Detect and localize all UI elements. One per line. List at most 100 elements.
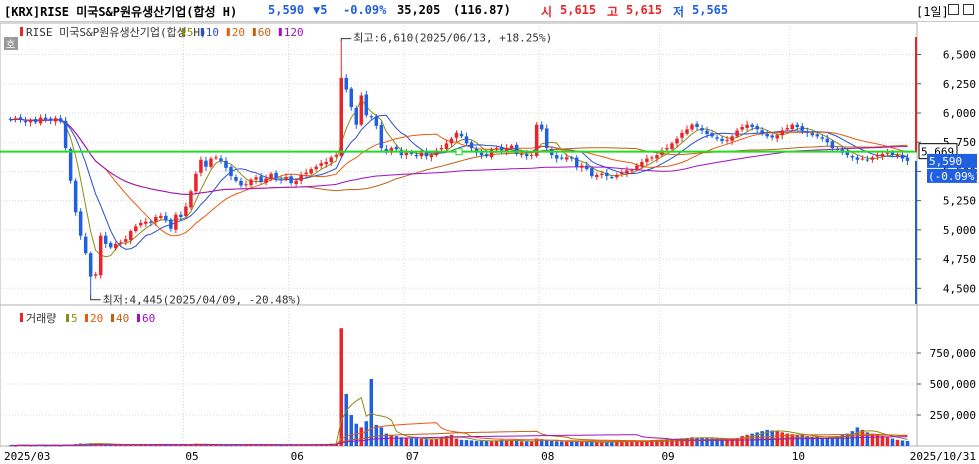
candle-body [650, 157, 654, 159]
volume-bar [890, 438, 895, 446]
price-legend-name: RISE 미국S&P원유생산기업(합성 H) [26, 26, 207, 39]
candle-body [159, 215, 163, 218]
price-legend-swatch [226, 28, 230, 36]
candle-body [129, 231, 133, 241]
price-tick-label: 6,000 [943, 107, 976, 120]
candle-body [900, 155, 905, 159]
candle-body [690, 124, 694, 130]
candle-body [68, 148, 73, 181]
candle-body [860, 158, 865, 160]
volume-bar [825, 438, 830, 446]
last-pct-label: (-0.09%) [928, 170, 979, 183]
candle-body [304, 172, 308, 174]
candle-body [484, 154, 489, 157]
max-annotation: 최고:6,610(2025/06/13, +18.25%) [353, 32, 552, 45]
volume-bar [549, 441, 554, 446]
candle-body [209, 158, 213, 167]
candle-body [404, 152, 409, 156]
candle-body [830, 141, 835, 149]
candle-body [444, 143, 449, 149]
candle-body [605, 172, 609, 177]
volume-bar [394, 436, 399, 446]
candle-body [529, 155, 534, 157]
price-volume-chart: 최고:6,610(2025/06/13, +18.25%) 최저:4,445(20… [0, 22, 979, 464]
candle-body [38, 117, 43, 124]
candle-body [449, 138, 454, 144]
chart-background [0, 23, 979, 464]
candle-body [705, 130, 709, 135]
volume-bar [895, 439, 900, 446]
price-legend-swatch [252, 28, 256, 36]
price-legend-item: 20 [232, 26, 245, 39]
volume-bar [795, 434, 800, 446]
candle-body [685, 129, 689, 134]
volume-bar [454, 438, 459, 446]
candle-body [394, 147, 399, 150]
candle-body [745, 124, 749, 128]
candle-body [755, 126, 759, 130]
candle-body [770, 135, 774, 138]
volume-bar [519, 441, 524, 446]
candle-body [544, 128, 549, 149]
volume-bar [700, 437, 704, 446]
candle-body [329, 157, 333, 163]
time-tick-label: 2025/10/31 [910, 450, 976, 463]
candle-body [880, 153, 885, 156]
price-legend-item: 5 [187, 26, 194, 39]
volume-legend-swatch [85, 314, 88, 322]
candle-body [419, 152, 424, 157]
candle-body [229, 166, 233, 177]
candle-body [319, 163, 323, 166]
volume-legend-swatch [111, 314, 114, 322]
volume-bar [474, 441, 479, 446]
candle-body [895, 155, 900, 157]
candle-body [710, 133, 714, 137]
volume-legend-swatch [137, 314, 140, 322]
candle-body [73, 180, 78, 213]
candle-body [815, 134, 820, 137]
candle-body [48, 118, 53, 121]
volume-bar [559, 441, 564, 446]
candle-body [725, 139, 729, 141]
candle-body [640, 162, 644, 167]
candle-body [113, 243, 118, 249]
candle-body [865, 159, 870, 161]
candle-body [630, 170, 634, 172]
volume-bar [479, 440, 484, 446]
hanja-icon-label: 호 [6, 39, 15, 51]
candle-body [615, 174, 619, 178]
candle-body [885, 152, 890, 154]
volume-tick-label: 250,000 [930, 409, 976, 422]
candle-body [359, 95, 364, 125]
candle-body [374, 116, 379, 126]
candle-body [83, 236, 88, 254]
candle-body [600, 173, 604, 175]
volume-bar [364, 421, 369, 446]
candle-body [730, 136, 734, 141]
candle-body [88, 253, 93, 277]
price-tick-label: 4,500 [943, 282, 976, 295]
candle-body [670, 143, 674, 149]
candle-body [234, 177, 238, 181]
volume-bar [905, 441, 910, 446]
candle-body [149, 221, 153, 223]
volume-bar [404, 437, 409, 446]
volume-tick-label: 500,000 [930, 378, 976, 391]
candle-body [13, 118, 18, 120]
candle-body [264, 178, 268, 183]
candle-body [219, 158, 223, 161]
volume-tick-label: 750,000 [930, 347, 976, 360]
candle-body [254, 177, 258, 180]
candle-body [344, 77, 349, 90]
candle-body [524, 153, 529, 157]
candle-body [274, 172, 278, 179]
candle-body [825, 138, 830, 143]
candle-body [78, 211, 83, 236]
time-tick-label: 05 [185, 450, 198, 463]
candle-body [28, 119, 33, 123]
candle-body [108, 242, 113, 248]
candle-body [314, 166, 318, 170]
candle-body [289, 176, 293, 184]
price-range-down-bar [915, 160, 917, 304]
candle-body [249, 179, 253, 186]
